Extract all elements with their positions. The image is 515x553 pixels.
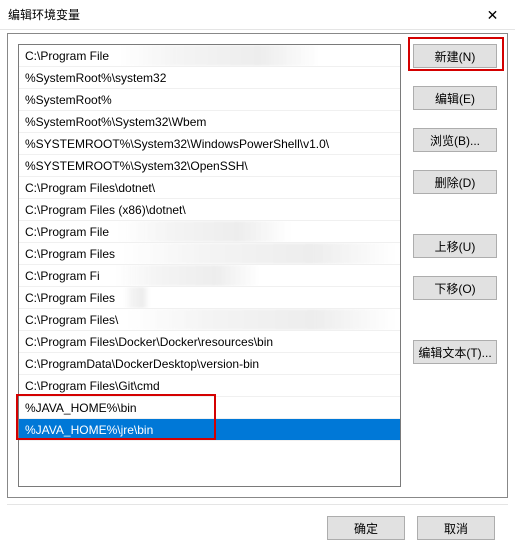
path-list-item[interactable]: %SYSTEMROOT%\System32\OpenSSH\ bbox=[19, 155, 400, 177]
path-list-item[interactable]: %SystemRoot%\System32\Wbem bbox=[19, 111, 400, 133]
path-list-item[interactable]: C:\Program Fi bbox=[19, 265, 400, 287]
path-list-item-text: C:\Program Files\dotnet\ bbox=[25, 181, 155, 195]
path-list-item-text: C:\Program File bbox=[25, 225, 109, 239]
footer-buttons: 确定 取消 bbox=[327, 516, 495, 540]
path-list-item-text: C:\ProgramData\DockerDesktop\version-bin bbox=[25, 357, 259, 371]
footer-separator bbox=[7, 504, 508, 505]
path-list-item[interactable]: C:\Program Files\ bbox=[19, 309, 400, 331]
path-list-item-text: %SYSTEMROOT%\System32\WindowsPowerShell\… bbox=[25, 137, 329, 151]
redaction-mask bbox=[114, 265, 260, 286]
path-list-item[interactable]: C:\ProgramData\DockerDesktop\version-bin bbox=[19, 353, 400, 375]
delete-button[interactable]: 删除(D) bbox=[413, 170, 497, 194]
move-up-button[interactable]: 上移(U) bbox=[413, 234, 497, 258]
path-list-item-text: %JAVA_HOME%\bin bbox=[25, 401, 137, 415]
path-list-item[interactable]: C:\Program Files\dotnet\ bbox=[19, 177, 400, 199]
browse-button[interactable]: 浏览(B)... bbox=[413, 128, 497, 152]
path-listbox[interactable]: C:\Program File %SystemRoot%\system32 %Sys… bbox=[18, 44, 401, 487]
title-bar: 编辑环境变量 ✕ bbox=[0, 0, 515, 30]
path-list-item-text: %JAVA_HOME%\jre\bin bbox=[25, 423, 153, 437]
redaction-mask bbox=[127, 309, 395, 330]
path-list-item[interactable]: C:\Program File bbox=[19, 45, 400, 67]
redaction-mask bbox=[119, 45, 320, 66]
content-frame: C:\Program File %SystemRoot%\system32 %Sys… bbox=[7, 33, 508, 498]
edit-text-button[interactable]: 编辑文本(T)... bbox=[413, 340, 497, 364]
path-list-item-text: C:\Program File bbox=[25, 49, 109, 63]
cancel-button[interactable]: 取消 bbox=[417, 516, 495, 540]
path-list-item-text: %SystemRoot%\System32\Wbem bbox=[25, 115, 206, 129]
path-list-item-text: C:\Program Files bbox=[25, 247, 115, 261]
path-list-item[interactable]: %SystemRoot%\system32 bbox=[19, 67, 400, 89]
path-list-item-text: C:\Program Files bbox=[25, 291, 115, 305]
path-list-item[interactable]: C:\Program Files\Git\cmd bbox=[19, 375, 400, 397]
path-list-item[interactable]: %SYSTEMROOT%\System32\WindowsPowerShell\… bbox=[19, 133, 400, 155]
path-list-item-text: C:\Program Files\Docker\Docker\resources… bbox=[25, 335, 273, 349]
path-list-item[interactable]: %SystemRoot% bbox=[19, 89, 400, 111]
path-list-item-text: C:\Program Files\ bbox=[25, 313, 118, 327]
redaction-mask bbox=[122, 243, 395, 264]
ok-button[interactable]: 确定 bbox=[327, 516, 405, 540]
close-button[interactable]: ✕ bbox=[470, 0, 515, 30]
path-list-item-text: C:\Program Files (x86)\dotnet\ bbox=[25, 203, 186, 217]
path-list-item[interactable]: C:\Program Files\Docker\Docker\resources… bbox=[19, 331, 400, 353]
side-button-column: 新建(N) 编辑(E) 浏览(B)... 删除(D) 上移(U) 下移(O) 编… bbox=[413, 44, 497, 487]
path-list-item-text: %SystemRoot%\system32 bbox=[25, 71, 166, 85]
path-list-item[interactable]: C:\Program Files bbox=[19, 287, 400, 309]
path-list-item[interactable]: C:\Program File bbox=[19, 221, 400, 243]
path-list-item[interactable]: C:\Program Files (x86)\dotnet\ bbox=[19, 199, 400, 221]
path-list-item[interactable]: %JAVA_HOME%\bin bbox=[19, 397, 400, 419]
close-icon: ✕ bbox=[487, 7, 499, 24]
edit-button[interactable]: 编辑(E) bbox=[413, 86, 497, 110]
path-list-item-text: %SystemRoot% bbox=[25, 93, 112, 107]
path-list-item[interactable]: C:\Program Files bbox=[19, 243, 400, 265]
redaction-mask bbox=[124, 287, 150, 308]
new-button[interactable]: 新建(N) bbox=[413, 44, 497, 68]
move-down-button[interactable]: 下移(O) bbox=[413, 276, 497, 300]
path-list-item[interactable]: %JAVA_HOME%\jre\bin bbox=[19, 419, 400, 441]
window-title: 编辑环境变量 bbox=[8, 6, 80, 23]
path-list-item-text: C:\Program Files\Git\cmd bbox=[25, 379, 160, 393]
path-list-item-text: %SYSTEMROOT%\System32\OpenSSH\ bbox=[25, 159, 248, 173]
redaction-mask bbox=[119, 221, 290, 242]
path-list-item-text: C:\Program Fi bbox=[25, 269, 100, 283]
